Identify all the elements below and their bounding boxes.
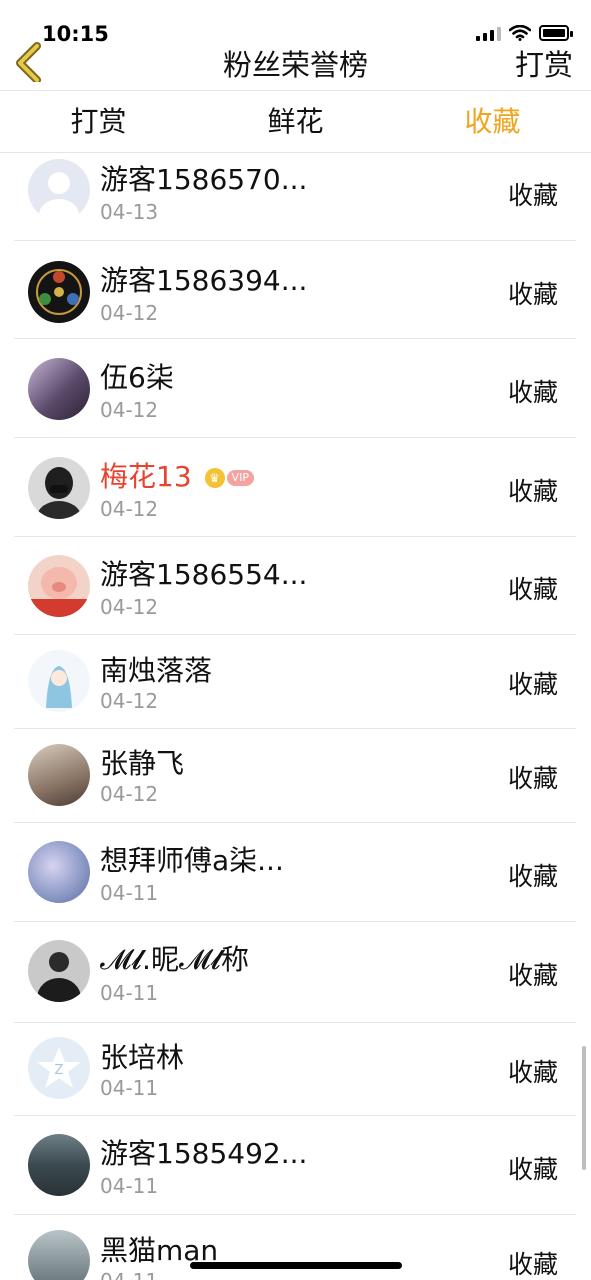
fan-name: 游客1585492... — [100, 1137, 308, 1170]
dark-anime-avatar — [28, 1230, 90, 1280]
qq-default-avatar: Z — [28, 1037, 90, 1099]
default-user-avatar — [28, 159, 90, 221]
tab-flowers[interactable]: 鲜花 — [197, 91, 394, 152]
fan-list: 游客1586570... 04-13 收藏 游客1586394... 04-12… — [0, 154, 591, 1280]
page-title: 粉丝荣誉榜 — [222, 48, 368, 82]
fan-date: 04-13 — [100, 200, 159, 224]
list-item[interactable]: 南烛落落 04-12 收藏 — [14, 635, 576, 729]
fan-action: 收藏 — [507, 477, 558, 506]
fan-name-vip: 梅花13 ♛ VIP — [100, 455, 254, 495]
fan-date: 04-11 — [100, 1174, 159, 1198]
reward-button[interactable]: 打赏 — [515, 42, 573, 84]
fan-date: 04-11 — [100, 881, 159, 905]
fan-date: 04-12 — [100, 497, 159, 521]
svg-text:Z: Z — [55, 1063, 64, 1078]
navigation-bar: 粉丝荣誉榜 打赏 — [0, 30, 591, 90]
fan-date: 04-12 — [100, 782, 159, 806]
anime-boy-avatar — [28, 744, 90, 806]
anime-blue-hair-avatar — [28, 650, 90, 712]
fan-action: 收藏 — [507, 862, 558, 891]
fan-action: 收藏 — [507, 1155, 558, 1184]
fan-action: 收藏 — [507, 575, 558, 604]
fan-date: 04-11 — [100, 981, 159, 1005]
list-item[interactable]: 𝓜𝓵.昵𝓜𝓵称 04-11 收藏 — [14, 922, 576, 1023]
fan-action: 收藏 — [507, 670, 558, 699]
fan-name: 𝓜𝓵.昵𝓜𝓵称 — [100, 943, 250, 976]
fan-date: 04-12 — [100, 398, 159, 422]
fan-name: 南烛落落 — [100, 654, 213, 687]
pig-avatar — [28, 555, 90, 617]
fan-date: 04-12 — [100, 689, 159, 713]
list-item[interactable]: 游客1586570... 04-13 收藏 — [14, 154, 576, 241]
blurred-avatar — [28, 841, 90, 903]
fan-action: 收藏 — [507, 378, 558, 407]
fan-action: 收藏 — [507, 764, 558, 793]
fan-action: 收藏 — [507, 961, 558, 990]
masked-girl-avatar — [28, 457, 90, 519]
fan-name: 游客1586570... — [100, 163, 308, 196]
tab-bar: 打赏 鲜花 收藏 — [0, 91, 591, 153]
list-item[interactable]: 想拜师傅a柒... 04-11 收藏 — [14, 823, 576, 922]
list-item[interactable]: 游客1586394... 04-12 收藏 — [14, 241, 576, 339]
tab-favorites[interactable]: 收藏 — [394, 91, 591, 152]
vip-badge: ♛ VIP — [204, 468, 254, 488]
crown-icon: ♛ — [204, 468, 225, 488]
list-item[interactable]: 游客1586554... 04-12 收藏 — [14, 537, 576, 635]
list-item[interactable]: 黑猫man 04-11 收藏 — [14, 1215, 576, 1280]
list-item[interactable]: 游客1585492... 04-11 收藏 — [14, 1116, 576, 1215]
fan-action: 收藏 — [507, 1250, 558, 1279]
fan-name: 梅花13 — [100, 460, 192, 493]
fan-action: 收藏 — [507, 1058, 558, 1087]
fan-action: 收藏 — [507, 181, 558, 210]
vip-label: VIP — [226, 470, 254, 486]
fan-name: 想拜师傅a柒... — [100, 844, 284, 877]
fan-name: 张静飞 — [100, 747, 185, 780]
fan-name: 游客1586394... — [100, 264, 308, 297]
fan-date: 04-12 — [100, 301, 159, 325]
fan-date: 04-11 — [100, 1269, 158, 1280]
fan-name: 游客1586554... — [100, 558, 308, 591]
home-indicator[interactable] — [190, 1262, 402, 1269]
list-item[interactable]: 张静飞 04-12 收藏 — [14, 729, 576, 823]
mandala-avatar — [28, 261, 90, 323]
tab-reward[interactable]: 打赏 — [0, 91, 197, 152]
fan-name: 伍6柒 — [100, 361, 174, 394]
anime-couple-avatar — [28, 358, 90, 420]
fan-date: 04-12 — [100, 595, 159, 619]
game-characters-avatar — [28, 1134, 90, 1196]
list-item[interactable]: 梅花13 ♛ VIP 04-12 收藏 — [14, 438, 576, 537]
list-item[interactable]: Z 张培林 04-11 收藏 — [14, 1023, 576, 1116]
fan-date: 04-11 — [100, 1076, 159, 1100]
fan-name: 张培林 — [100, 1041, 185, 1074]
list-item[interactable]: 伍6柒 04-12 收藏 — [14, 339, 576, 438]
boy-photo-avatar — [28, 940, 90, 1002]
scrollbar[interactable] — [582, 1046, 586, 1170]
fan-action: 收藏 — [507, 280, 558, 309]
